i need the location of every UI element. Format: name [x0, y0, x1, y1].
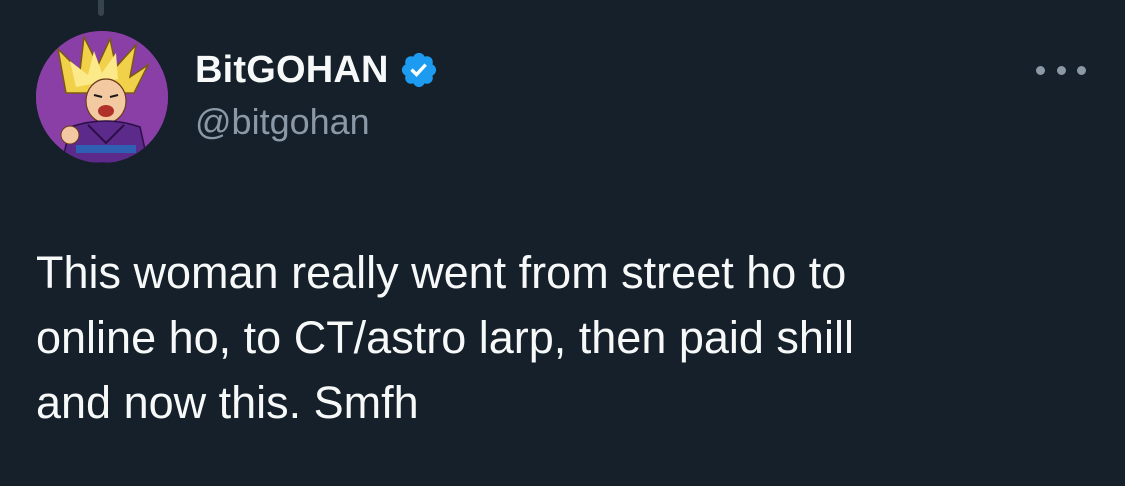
thread-connector-line — [98, 0, 104, 16]
avatar[interactable] — [36, 31, 168, 163]
more-dot-icon — [1077, 65, 1086, 75]
anime-character-avatar-icon — [36, 31, 168, 163]
more-options-button[interactable] — [1036, 60, 1086, 80]
tweet-text-line: This woman really went from street ho to — [36, 247, 847, 298]
author-display-name[interactable]: BitGOHAN — [195, 49, 389, 92]
more-dot-icon — [1056, 65, 1066, 75]
verified-badge-icon[interactable] — [399, 50, 439, 90]
author-handle[interactable]: @bitgohan — [195, 101, 370, 143]
tweet-text-line: online ho, to CT/astro larp, then paid s… — [36, 312, 854, 363]
more-dot-icon — [1036, 65, 1045, 75]
author-name-row: BitGOHAN — [195, 44, 439, 96]
tweet-text-line: and now this. Smfh — [36, 377, 419, 428]
tweet-text: This woman really went from street ho to… — [36, 240, 1086, 435]
